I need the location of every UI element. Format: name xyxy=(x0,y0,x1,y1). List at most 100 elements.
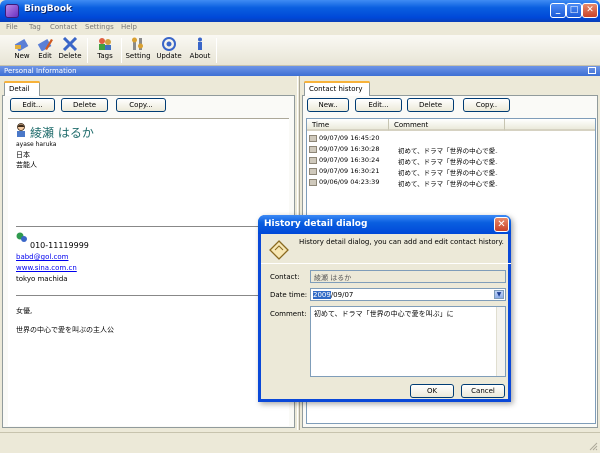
new-contact-icon xyxy=(14,39,29,51)
note-icon xyxy=(269,240,289,260)
about-label: About xyxy=(189,52,211,60)
tags-button[interactable]: Tags xyxy=(92,36,118,65)
app-icon xyxy=(5,4,19,18)
tags-label: Tags xyxy=(97,52,113,60)
ok-button[interactable]: OK xyxy=(410,384,454,398)
setting-button[interactable]: Setting xyxy=(124,36,152,65)
history-detail-dialog: History detail dialog ✕ History detail d… xyxy=(258,215,511,402)
edit-icon xyxy=(37,39,53,51)
history-item-icon xyxy=(309,146,317,153)
history-item-icon xyxy=(309,179,317,186)
close-button[interactable]: ✕ xyxy=(582,3,598,18)
about-icon xyxy=(198,37,202,50)
update-button[interactable]: Update xyxy=(155,36,183,65)
contact-romaji: ayase haruka xyxy=(16,141,57,148)
toolbar-separator xyxy=(216,38,217,63)
menu-file[interactable]: File xyxy=(6,23,18,31)
column-time[interactable]: Time xyxy=(307,119,389,131)
update-label: Update xyxy=(156,52,182,60)
date-time-label: Date time: xyxy=(270,291,308,299)
section-header: Personal Information xyxy=(0,66,600,76)
setting-icon xyxy=(132,37,143,50)
tab-detail[interactable]: Detail xyxy=(4,81,40,96)
history-item-icon xyxy=(309,168,317,175)
comment-textarea[interactable]: 初めて、ドラマ「世界の中心で愛を叫ぶ」に xyxy=(310,306,506,377)
table-row[interactable]: 09/07/09 16:30:21 初めて、ドラマ「世界の中心で愛... xyxy=(307,166,507,177)
row-time: 09/07/09 16:30:21 xyxy=(319,167,380,175)
menu-settings[interactable]: Settings xyxy=(85,23,114,31)
cancel-button[interactable]: Cancel xyxy=(461,384,505,398)
delete-button[interactable]: Delete xyxy=(57,36,83,65)
delete-icon xyxy=(62,37,78,51)
row-comment: 初めて、ドラマ「世界の中心で愛... xyxy=(398,180,498,188)
divider xyxy=(16,295,286,296)
date-time-picker[interactable]: 2009/09/07 ▼ xyxy=(310,288,506,301)
toolbar-separator xyxy=(87,38,88,63)
restore-icon[interactable] xyxy=(588,67,596,74)
row-time: 09/07/09 16:45:20 xyxy=(319,134,380,142)
contact-occupation: 芸能人 xyxy=(16,161,37,169)
copy-history-button[interactable]: Copy.. xyxy=(463,98,510,112)
menu-contact[interactable]: Contact xyxy=(50,23,77,31)
maximize-button[interactable]: □ xyxy=(566,3,582,18)
table-row[interactable]: 09/07/09 16:30:28 初めて、ドラマ「世界の中心で愛... xyxy=(307,144,507,155)
date-year-selected[interactable]: 2009 xyxy=(313,291,331,299)
title-bar[interactable]: BingBook _ □ ✕ xyxy=(0,0,600,22)
edit-label: Edit xyxy=(38,52,52,60)
dialog-title: History detail dialog xyxy=(264,219,368,229)
table-row[interactable]: 09/07/09 16:45:20 xyxy=(307,133,507,143)
row-comment: 初めて、ドラマ「世界の中心で愛... xyxy=(398,169,498,177)
minimize-button[interactable]: _ xyxy=(550,3,566,18)
dialog-title-bar[interactable]: History detail dialog xyxy=(258,215,511,234)
contact-label: Contact: xyxy=(270,273,300,281)
about-button[interactable]: About xyxy=(187,36,213,65)
section-title: Personal Information xyxy=(4,67,77,75)
tags-icon xyxy=(99,38,111,50)
date-rest[interactable]: /09/07 xyxy=(331,291,354,299)
delete-label: Delete xyxy=(58,52,82,60)
comment-scrollbar[interactable] xyxy=(496,307,505,376)
table-row[interactable]: 09/06/09 04:23:39 初めて、ドラマ「世界の中心で愛... xyxy=(307,177,507,188)
tab-contact-history[interactable]: Contact history xyxy=(304,81,370,96)
row-comment: 初めて、ドラマ「世界の中心で愛... xyxy=(398,147,498,155)
new-history-button[interactable]: New.. xyxy=(307,98,349,112)
contact-email[interactable]: babd@gol.com xyxy=(16,253,68,261)
contact-phone: 010-11119999 xyxy=(30,241,89,250)
menu-bar: File Tag Contact Settings Help xyxy=(0,22,600,35)
row-time: 09/06/09 04:23:39 xyxy=(319,178,380,186)
row-time: 09/07/09 16:30:24 xyxy=(319,156,380,164)
column-filler xyxy=(505,119,595,131)
table-row[interactable]: 09/07/09 16:30:24 初めて、ドラマ「世界の中心で愛... xyxy=(307,155,507,166)
resize-grip-icon[interactable] xyxy=(588,441,598,451)
edit-history-button[interactable]: Edit... xyxy=(355,98,402,112)
row-comment: 初めて、ドラマ「世界の中心で愛... xyxy=(398,158,498,166)
update-icon xyxy=(162,37,176,51)
person-icon xyxy=(17,123,25,137)
delete-history-button[interactable]: Delete xyxy=(407,98,454,112)
comment-label: Comment: xyxy=(270,310,307,318)
menu-help[interactable]: Help xyxy=(121,23,137,31)
chevron-down-icon[interactable]: ▼ xyxy=(494,290,504,299)
contact-website[interactable]: www.sina.com.cn xyxy=(16,264,77,272)
note-text: 世界の中心で愛を叫ぶの主人公 xyxy=(16,326,114,334)
detail-panel: Detail Edit... Delete Copy... 綾瀬 はるか aya… xyxy=(0,76,297,430)
toolbar: New Edit Delete Tags Setting Update Abou… xyxy=(0,35,600,66)
menu-tag[interactable]: Tag xyxy=(29,23,41,31)
row-time: 09/07/09 16:30:28 xyxy=(319,145,380,153)
note-title: 女優, xyxy=(16,307,33,315)
dialog-description: History detail dialog, you can add and e… xyxy=(299,238,504,246)
phone-icon xyxy=(16,232,27,242)
status-bar xyxy=(0,432,600,453)
delete-detail-button[interactable]: Delete xyxy=(61,98,108,112)
contact-address: tokyo machida xyxy=(16,275,68,283)
comment-text: 初めて、ドラマ「世界の中心で愛を叫ぶ」に xyxy=(314,310,454,318)
window-title: BingBook xyxy=(24,4,73,14)
edit-detail-button[interactable]: Edit... xyxy=(10,98,55,112)
edit-button[interactable]: Edit xyxy=(32,36,58,65)
column-comment[interactable]: Comment xyxy=(389,119,505,131)
contact-field: 綾瀬 はるか xyxy=(310,270,506,283)
setting-label: Setting xyxy=(125,52,151,60)
dialog-close-button[interactable]: ✕ xyxy=(494,217,509,232)
copy-detail-button[interactable]: Copy... xyxy=(116,98,166,112)
divider xyxy=(16,226,286,227)
